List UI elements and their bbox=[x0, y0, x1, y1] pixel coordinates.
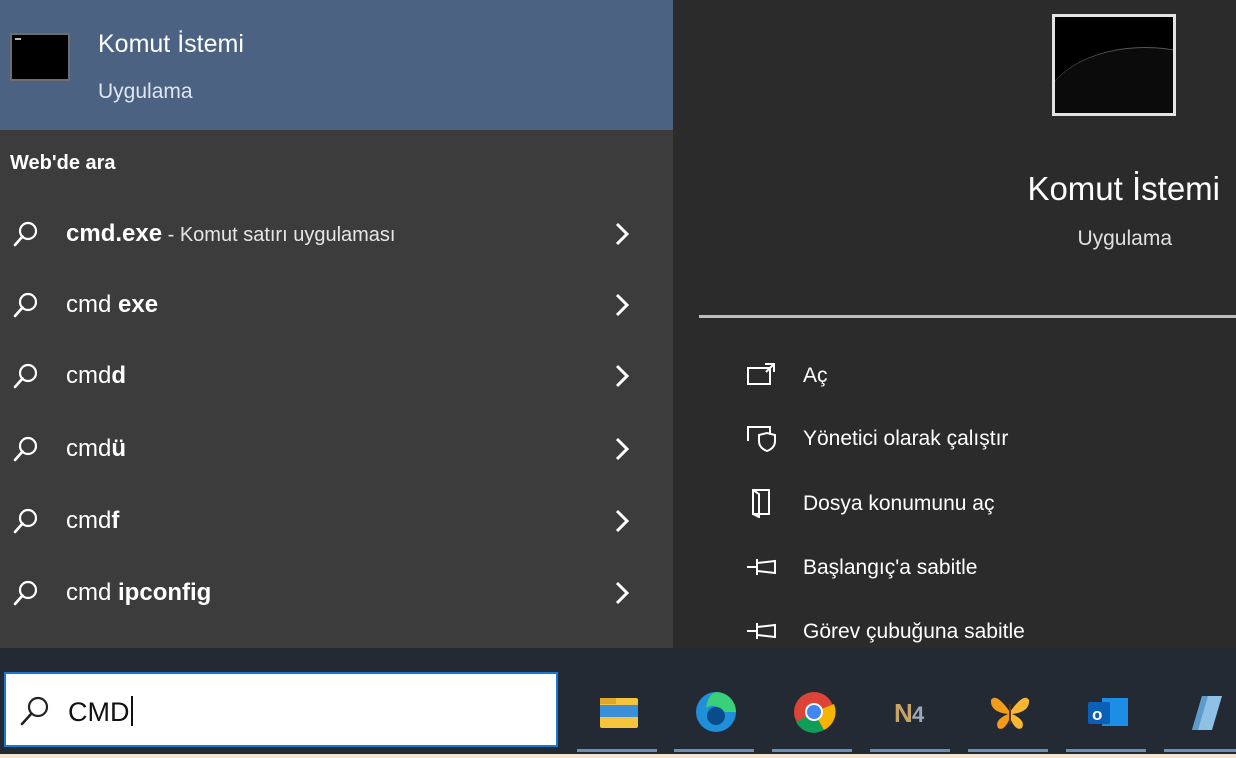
search-icon bbox=[13, 221, 38, 247]
chevron-right-icon[interactable] bbox=[613, 361, 631, 391]
action-label: Başlangıç'a sabitle bbox=[803, 556, 978, 579]
taskbar-file-explorer[interactable] bbox=[577, 676, 657, 754]
svg-text:4: 4 bbox=[912, 702, 925, 727]
result-query-suggestion: ü bbox=[111, 435, 127, 462]
screen-edge bbox=[0, 754, 1236, 758]
file-location-icon bbox=[752, 489, 770, 518]
action-label: Görev çubuğuna sabitle bbox=[803, 620, 1025, 643]
taskbar: CMD N4 o bbox=[0, 648, 1236, 758]
web-result-cmdd[interactable]: cmdd bbox=[0, 342, 673, 412]
result-query-suggestion: ipconfig bbox=[118, 579, 212, 606]
outlook-icon: o bbox=[1088, 698, 1128, 726]
running-indicator bbox=[674, 749, 754, 752]
taskbar-butterfly-app[interactable] bbox=[968, 676, 1048, 754]
web-result-cmd-exe[interactable]: cmd.exe - Komut satırı uygulaması bbox=[0, 200, 673, 270]
notepad-icon bbox=[1192, 696, 1222, 730]
action-label: Yönetici olarak çalıştır bbox=[803, 427, 1009, 450]
web-result-cmdu[interactable]: cmdü bbox=[0, 415, 673, 485]
best-match-item[interactable]: Komut İstemi Uygulama bbox=[0, 0, 673, 130]
search-text: CMD bbox=[68, 697, 130, 727]
search-icon bbox=[13, 363, 38, 389]
running-indicator bbox=[1066, 749, 1146, 752]
search-icon bbox=[13, 292, 38, 318]
command-prompt-icon bbox=[1052, 14, 1176, 116]
chevron-right-icon[interactable] bbox=[613, 578, 631, 608]
chevron-right-icon[interactable] bbox=[613, 290, 631, 320]
result-query-prefix: cmd bbox=[66, 291, 119, 318]
search-value: CMD bbox=[68, 696, 133, 728]
svg-text:o: o bbox=[1092, 705, 1102, 724]
result-query-prefix: cmd bbox=[66, 507, 112, 534]
taskbar-chrome[interactable] bbox=[772, 676, 852, 754]
result-text: cmdf bbox=[66, 507, 119, 535]
result-text: cmd exe bbox=[66, 291, 158, 319]
taskbar-outlook[interactable]: o bbox=[1066, 676, 1146, 754]
running-indicator bbox=[1164, 749, 1236, 752]
file-explorer-icon bbox=[600, 698, 638, 728]
preview-subtitle: Uygulama bbox=[1077, 227, 1172, 250]
search-results-panel: Komut İstemi Uygulama Web'de ara cmd.exe… bbox=[0, 0, 673, 648]
run-as-admin-icon bbox=[747, 426, 776, 453]
web-search-heading: Web'de ara bbox=[10, 152, 116, 174]
n4-icon: N4 bbox=[894, 698, 925, 728]
chrome-icon bbox=[794, 692, 836, 733]
search-icon bbox=[20, 696, 49, 726]
web-result-cmd-space-exe[interactable]: cmd exe bbox=[0, 271, 673, 341]
preview-title: Komut İstemi bbox=[1027, 170, 1220, 207]
best-match-title: Komut İstemi bbox=[98, 30, 244, 58]
result-query-prefix: cmd bbox=[66, 579, 119, 606]
chevron-right-icon[interactable] bbox=[613, 506, 631, 536]
svg-text:N: N bbox=[894, 698, 913, 728]
action-label: Dosya konumunu aç bbox=[803, 492, 995, 515]
result-query-suggestion: d bbox=[111, 362, 127, 389]
result-text: cmd ipconfig bbox=[66, 579, 211, 607]
best-match-subtitle: Uygulama bbox=[98, 80, 193, 103]
chevron-right-icon[interactable] bbox=[613, 219, 631, 249]
running-indicator bbox=[772, 749, 852, 752]
pin-icon bbox=[747, 623, 776, 639]
result-text: cmdü bbox=[66, 435, 126, 463]
action-label: Aç bbox=[803, 364, 828, 387]
result-query: cmd.exe bbox=[66, 220, 163, 247]
result-query-prefix: cmd bbox=[66, 362, 112, 389]
pin-icon bbox=[747, 559, 776, 575]
search-icon bbox=[13, 580, 38, 606]
search-input[interactable]: CMD bbox=[4, 672, 558, 747]
web-result-cmd-ipconfig[interactable]: cmd ipconfig bbox=[0, 559, 673, 629]
taskbar-n4[interactable]: N4 bbox=[870, 676, 950, 754]
preview-panel: Komut İstemi Uygulama Aç Yönetici olarak… bbox=[697, 0, 1236, 648]
running-indicator bbox=[968, 749, 1048, 752]
result-text: cmdd bbox=[66, 362, 126, 390]
result-query-suggestion: f bbox=[111, 507, 120, 534]
butterfly-icon bbox=[990, 697, 1030, 729]
divider bbox=[699, 315, 1236, 318]
command-prompt-icon bbox=[10, 33, 70, 81]
running-indicator bbox=[870, 749, 950, 752]
result-description: - Komut satırı uygulaması bbox=[162, 224, 396, 246]
taskbar-notepad[interactable] bbox=[1164, 676, 1236, 754]
chevron-right-icon[interactable] bbox=[613, 434, 631, 464]
search-icon bbox=[13, 508, 38, 534]
web-result-cmdf[interactable]: cmdf bbox=[0, 487, 673, 557]
running-indicator bbox=[577, 749, 657, 752]
taskbar-edge[interactable] bbox=[674, 676, 754, 754]
result-text: cmd.exe - Komut satırı uygulaması bbox=[66, 220, 395, 248]
result-query-prefix: cmd bbox=[66, 435, 112, 462]
edge-icon bbox=[696, 692, 736, 732]
result-query-suggestion: exe bbox=[118, 291, 159, 318]
open-icon bbox=[747, 363, 775, 385]
text-caret bbox=[130, 696, 133, 726]
search-icon bbox=[13, 436, 38, 462]
